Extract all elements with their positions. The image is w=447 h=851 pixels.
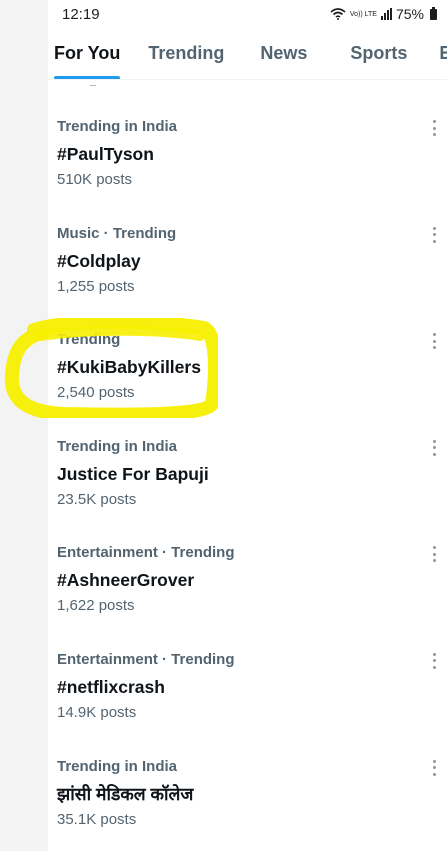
more-options-icon[interactable]: [431, 652, 437, 669]
trend-item[interactable]: Trending in India Justice For Bapuji 23.…: [48, 400, 447, 508]
trend-item[interactable]: Trending #KukiBabyKillers 2,540 posts: [48, 293, 447, 401]
status-time: 12:19: [62, 5, 100, 23]
battery-icon: [430, 6, 437, 20]
app-screen: 12:19 Vo)) LTE 75% For You Trending News: [0, 0, 447, 851]
more-options-icon[interactable]: [431, 333, 437, 350]
trend-item[interactable]: Music · Trending #Coldplay 1,255 posts: [48, 187, 447, 295]
trend-name: #PaulTyson: [57, 144, 154, 164]
left-margin-strip: [0, 0, 48, 851]
trend-name: झांसी मेडिकल कॉलेज: [57, 783, 194, 804]
trends-list: Trending in India #PaulTyson 510K posts …: [48, 80, 447, 828]
tab-trending[interactable]: Trending: [148, 28, 225, 79]
trend-context: Music · Trending: [57, 224, 177, 242]
tab-for-you[interactable]: For You: [54, 28, 121, 79]
trend-item[interactable]: Trending in India #PaulTyson 510K posts: [48, 80, 447, 188]
tab-label: News: [260, 43, 308, 63]
more-options-icon[interactable]: [431, 759, 437, 776]
trend-context: Trending in India: [57, 437, 177, 455]
status-bar: 12:19 Vo)) LTE 75%: [48, 0, 447, 28]
battery-percent: 75%: [395, 6, 424, 22]
status-icons: Vo)) LTE 75%: [330, 6, 437, 22]
trend-context: Entertainment · Trending: [57, 650, 235, 668]
tab-news[interactable]: News: [260, 28, 308, 79]
more-options-icon[interactable]: [431, 226, 437, 243]
trend-item[interactable]: Entertainment · Trending #AshneerGrover …: [48, 506, 447, 614]
signal-icon: [380, 8, 392, 20]
trend-item[interactable]: Entertainment · Trending #netflixcrash 1…: [48, 613, 447, 721]
more-options-icon[interactable]: [431, 120, 437, 136]
trend-name: #Coldplay: [57, 250, 141, 271]
active-tab-indicator: [54, 75, 121, 79]
trend-name: #AshneerGrover: [57, 570, 195, 591]
tab-entertainment[interactable]: Er: [439, 28, 447, 79]
tab-label: Trending: [148, 43, 225, 63]
explore-tabs: For You Trending News Sports Er: [48, 28, 447, 80]
volte-icon: Vo)) LTE: [349, 10, 377, 18]
trend-context: Trending: [57, 331, 121, 349]
trend-name: #KukiBabyKillers: [57, 357, 201, 378]
more-options-icon[interactable]: [431, 439, 437, 456]
trend-context: Trending in India: [57, 757, 177, 775]
trend-item[interactable]: Trending in India झांसी मेडिकल कॉलेज 35.…: [48, 720, 447, 828]
wifi-icon: [330, 8, 346, 20]
tab-label: Er: [439, 43, 447, 64]
trend-name: #netflixcrash: [57, 676, 165, 697]
tab-sports[interactable]: Sports: [350, 28, 408, 79]
trend-context: Entertainment · Trending: [57, 544, 235, 562]
tab-label: For You: [54, 43, 121, 63]
trend-name: Justice For Bapuji: [57, 463, 209, 484]
trend-context: Trending in India: [57, 118, 177, 135]
trend-post-count: 35.1K posts: [57, 810, 137, 828]
more-options-icon[interactable]: [431, 546, 437, 563]
tab-label: Sports: [350, 43, 408, 63]
